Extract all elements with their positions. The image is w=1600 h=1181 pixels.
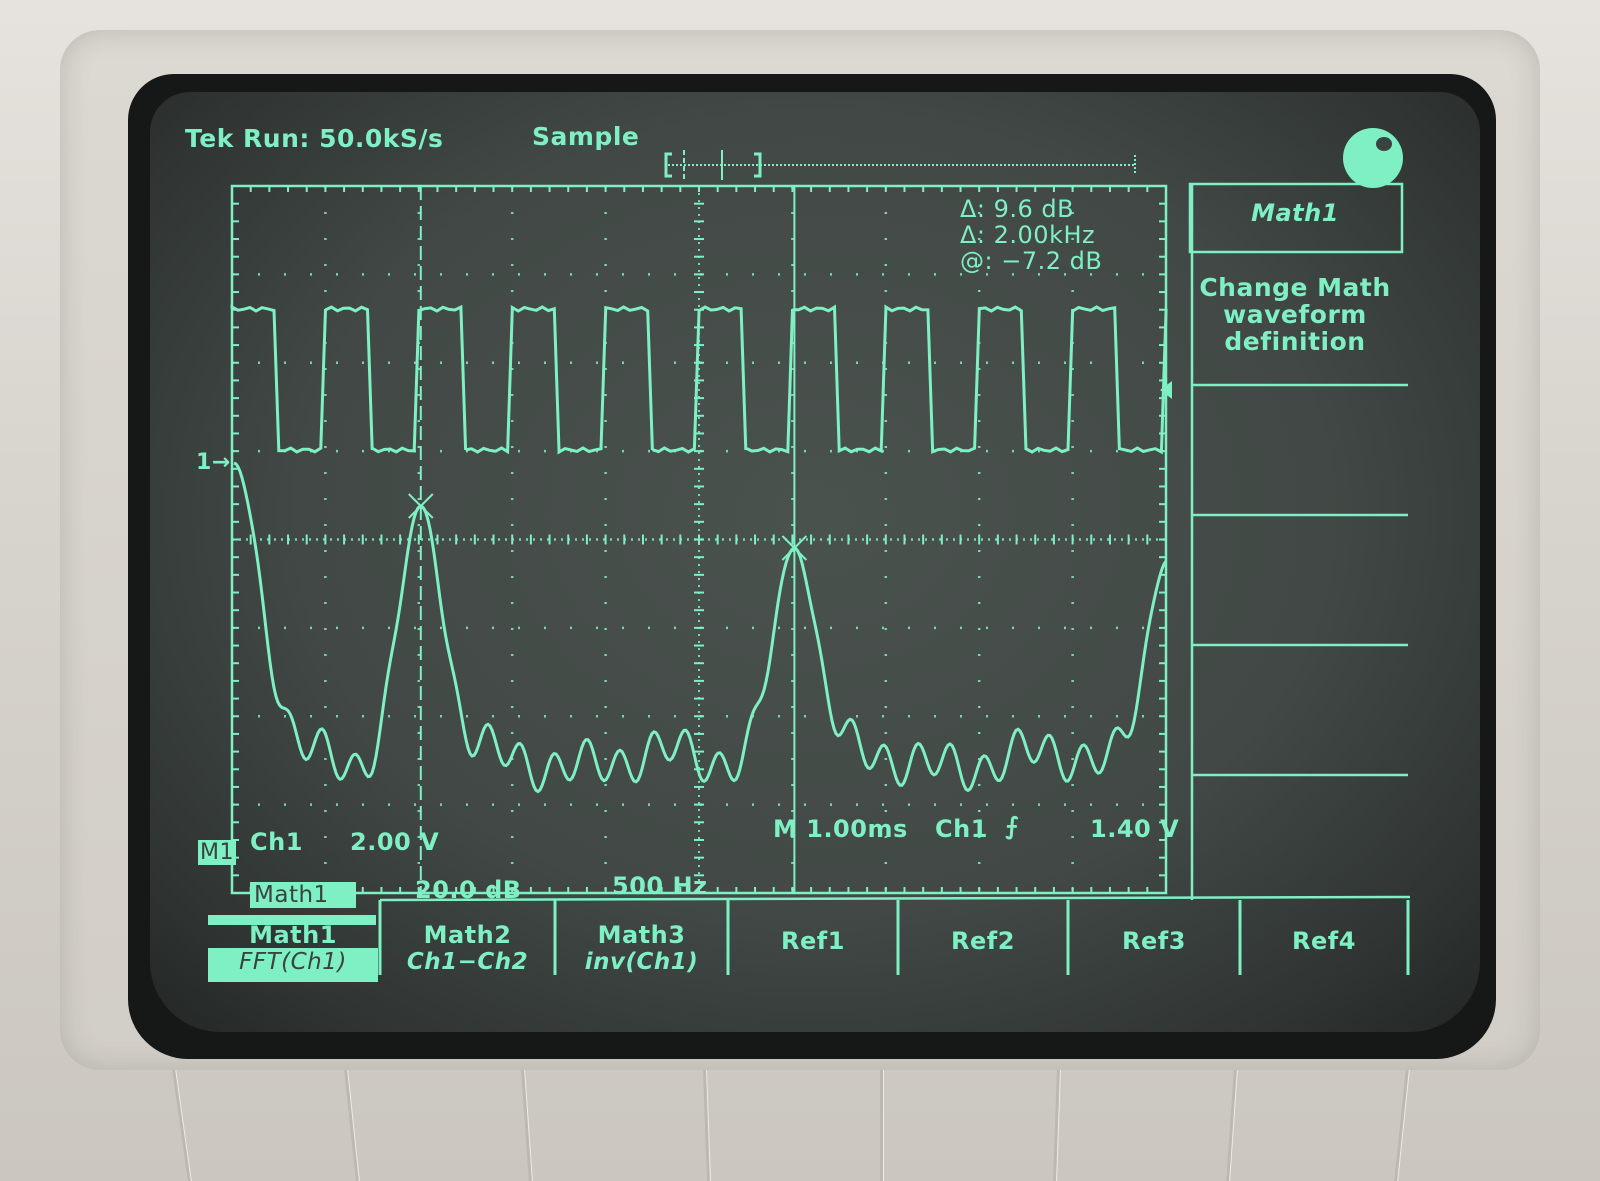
side-menu-button-2[interactable] <box>1192 385 1407 510</box>
side-menu-button-3[interactable] <box>1192 515 1407 640</box>
ch1-ground-marker: 1→ <box>196 450 231 475</box>
bottom-menu-button-ref4[interactable]: Ref4 <box>1240 928 1408 954</box>
math1-reference-marker: M1 <box>198 840 236 865</box>
bottom-menu-sublabel: FFT(Ch1) <box>208 948 378 982</box>
bottom-menu-label: Ref2 <box>951 927 1015 955</box>
bottom-menu-button-ref2[interactable]: Ref2 <box>898 928 1068 954</box>
acq-state: Run: <box>243 124 310 153</box>
trigger-slope-rising-icon: ⨍ <box>1005 812 1019 840</box>
trigger-level: 1.40 V <box>1090 815 1180 843</box>
at-value: @: −7.2 dB <box>960 247 1103 275</box>
sample-rate: 50.0kS/s <box>319 124 444 153</box>
graticule <box>230 184 1168 895</box>
bottom-menu-label: Math2 <box>423 921 512 949</box>
acq-mode: Sample <box>532 122 640 151</box>
ch1-label: Ch1 <box>250 828 303 856</box>
timebase-readout: M 1.00ms <box>773 815 908 843</box>
record-length-indicator <box>664 150 1136 180</box>
bottom-menu-label: Ref4 <box>1292 927 1356 955</box>
bottom-menu-button-math1[interactable]: Math1 FFT(Ch1) <box>208 922 378 982</box>
side-menu-button-4[interactable] <box>1192 645 1407 770</box>
bottom-menu-button-ref3[interactable]: Ref3 <box>1068 928 1240 954</box>
bottom-menu-sublabel: Ch1−Ch2 <box>406 949 529 975</box>
bottom-menu-button-math3[interactable]: Math3 inv(Ch1) <box>555 922 728 976</box>
bottom-menu-button-ref1[interactable]: Ref1 <box>728 928 898 954</box>
side-menu-description[interactable]: Change Math waveform definition <box>1190 274 1400 355</box>
bottom-menu-label: Math1 <box>249 921 337 949</box>
desc-line-3: definition <box>1224 327 1366 356</box>
delta-amplitude: Δ: 9.6 dB <box>960 195 1075 223</box>
cursors <box>408 186 1172 893</box>
side-menu-title: Math1 <box>1251 199 1339 227</box>
bottom-menu-label: Ref3 <box>1122 927 1186 955</box>
bottom-menu-label: Math3 <box>597 921 686 949</box>
math1-scale: 20.0 dB <box>415 876 522 904</box>
bottom-menu-label: Ref1 <box>781 927 845 955</box>
bottom-menu-top-border <box>379 895 1411 902</box>
delta-frequency: Δ: 2.00kHz <box>960 221 1096 249</box>
status-bar: Tek Run: 50.0kS/s <box>185 124 443 153</box>
ch1-scale: 2.00 V <box>350 828 440 856</box>
math1-frequency-scale: 500 Hz <box>612 872 708 900</box>
acquisition-indicator-icon <box>1343 128 1403 188</box>
desc-line-1: Change Math <box>1199 273 1391 302</box>
bottom-menu-sublabel: inv(Ch1) <box>584 949 699 975</box>
brand-label: Tek <box>185 124 234 153</box>
bottom-menu-button-math2[interactable]: Math2 Ch1−Ch2 <box>380 922 555 976</box>
math1-label: Math1 <box>250 882 356 908</box>
cursor-readout: Δ: 9.6 dB Δ: 2.00kHz @: −7.2 dB <box>960 196 1102 274</box>
desc-line-2: waveform <box>1223 300 1367 329</box>
trigger-source: Ch1 <box>935 815 988 843</box>
